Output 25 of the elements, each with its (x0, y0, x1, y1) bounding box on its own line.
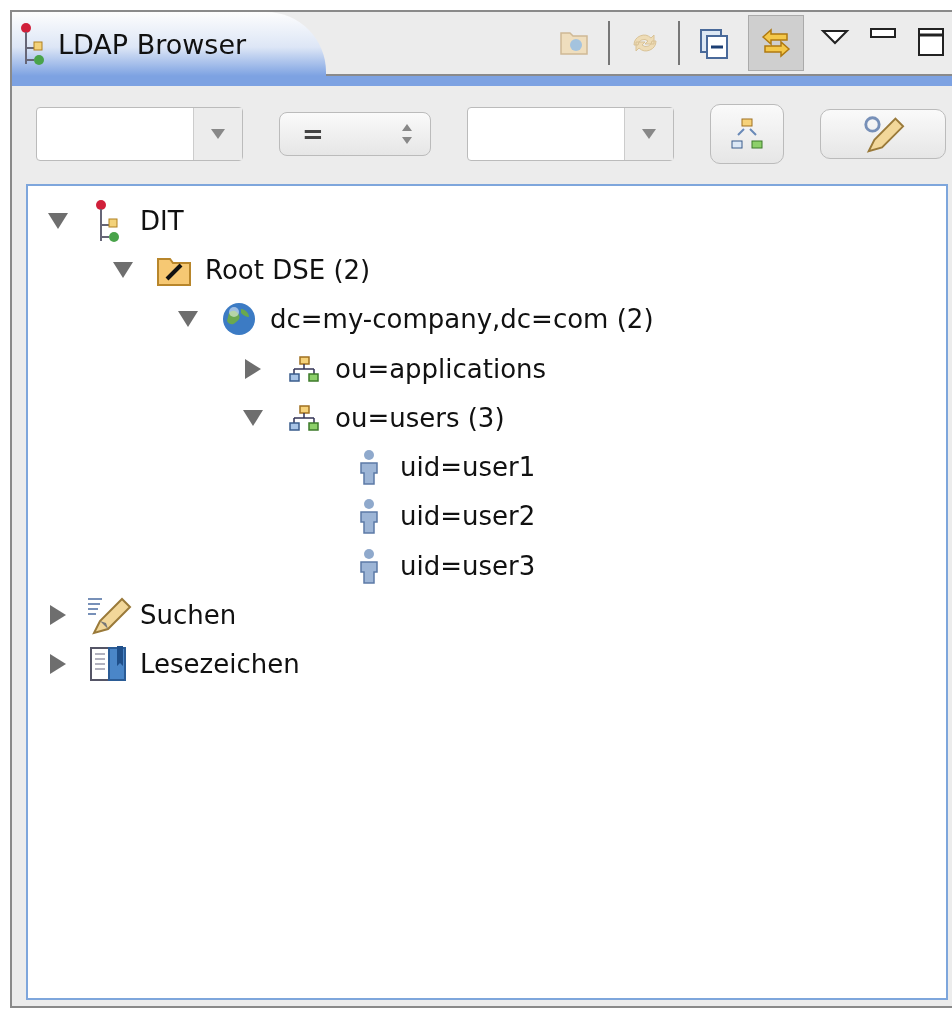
tree-item-label[interactable]: Suchen (140, 600, 237, 630)
tree-item-label[interactable]: uid=user1 (400, 452, 536, 483)
tree-item-label[interactable]: uid=user3 (400, 550, 536, 581)
hierarchy-icon (289, 403, 319, 432)
search-icon (861, 114, 905, 154)
hierarchy-icon (289, 354, 319, 383)
tree-item-label[interactable]: ou=users (3) (335, 402, 505, 433)
tree-item-label[interactable]: Root DSE (2) (205, 254, 371, 285)
person-icon (358, 498, 380, 535)
person-icon (358, 449, 380, 486)
search-button[interactable] (820, 109, 946, 159)
pen-icon (86, 595, 132, 635)
person-icon (358, 547, 380, 584)
dropdown-arrow-icon (210, 128, 226, 140)
stepper-arrows-icon (400, 122, 414, 146)
tree-item-label[interactable]: uid=user2 (400, 501, 536, 532)
view-tab[interactable]: LDAP Browser (12, 12, 327, 76)
hierarchy-icon (730, 117, 764, 151)
tree-item-label[interactable]: DIT (140, 205, 184, 236)
tree-item-label[interactable]: ou=applications (335, 353, 547, 384)
tree-item-label[interactable]: Lesezeichen (140, 649, 300, 680)
tree-item-label[interactable]: dc=my-company,dc=com (2) (270, 304, 654, 335)
globe-icon (221, 301, 257, 338)
dropdown-arrow-icon (641, 128, 657, 140)
operator-select[interactable]: = (279, 112, 431, 156)
